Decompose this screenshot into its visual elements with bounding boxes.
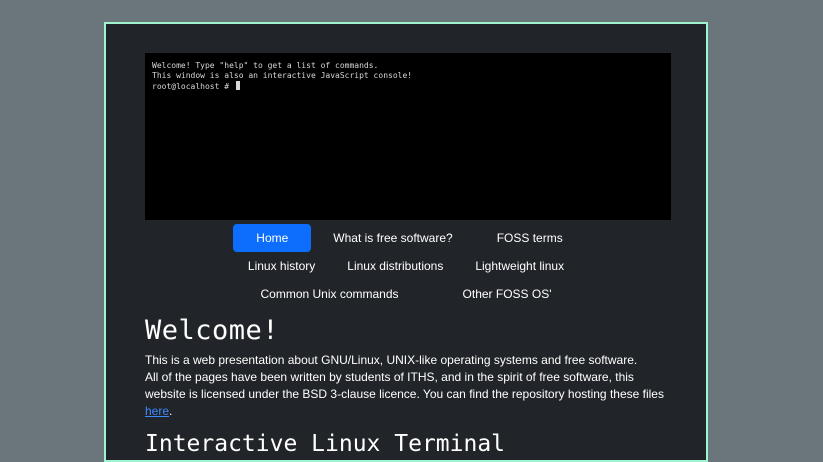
section-heading: Interactive Linux Terminal <box>145 431 506 457</box>
intro-line-2: All of the pages have been written by st… <box>145 370 664 401</box>
nav-link-linux-history[interactable]: Linux history <box>232 252 331 280</box>
main-content: Welcome! This is a web presentation abou… <box>145 314 671 459</box>
nav-link-home[interactable]: Home <box>233 224 312 252</box>
terminal-line: Welcome! Type "help" to get a list of co… <box>152 61 379 70</box>
page-title: Welcome! <box>145 315 280 346</box>
intro-line-1: This is a web presentation about GNU/Lin… <box>145 353 638 367</box>
nav-link-free-software[interactable]: What is free software? <box>317 224 468 252</box>
terminal-prompt[interactable]: root@localhost # <box>152 81 664 92</box>
nav-row: Common Unix commands Other FOSS OS' <box>106 280 706 308</box>
nav-link-lightweight-linux[interactable]: Lightweight linux <box>459 252 580 280</box>
main-nav: Home What is free software? FOSS terms L… <box>106 224 706 308</box>
nav-link-foss-terms[interactable]: FOSS terms <box>481 224 579 252</box>
nav-row: Home What is free software? FOSS terms <box>106 224 706 252</box>
intro-end: . <box>169 404 173 418</box>
terminal-prompt-text: root@localhost # <box>152 82 234 91</box>
terminal-cursor <box>235 81 240 90</box>
main-container: Welcome! Type "help" to get a list of co… <box>104 22 708 462</box>
terminal-console[interactable]: Welcome! Type "help" to get a list of co… <box>145 53 671 220</box>
repository-link[interactable]: here <box>145 404 169 418</box>
intro-paragraph: This is a web presentation about GNU/Lin… <box>145 352 671 420</box>
terminal-line: This window is also an interactive JavaS… <box>152 71 413 80</box>
nav-link-other-foss-os[interactable]: Other FOSS OS' <box>447 280 568 308</box>
nav-link-linux-distributions[interactable]: Linux distributions <box>331 252 459 280</box>
nav-link-unix-commands[interactable]: Common Unix commands <box>244 280 414 308</box>
nav-row: Linux history Linux distributions Lightw… <box>106 252 706 280</box>
